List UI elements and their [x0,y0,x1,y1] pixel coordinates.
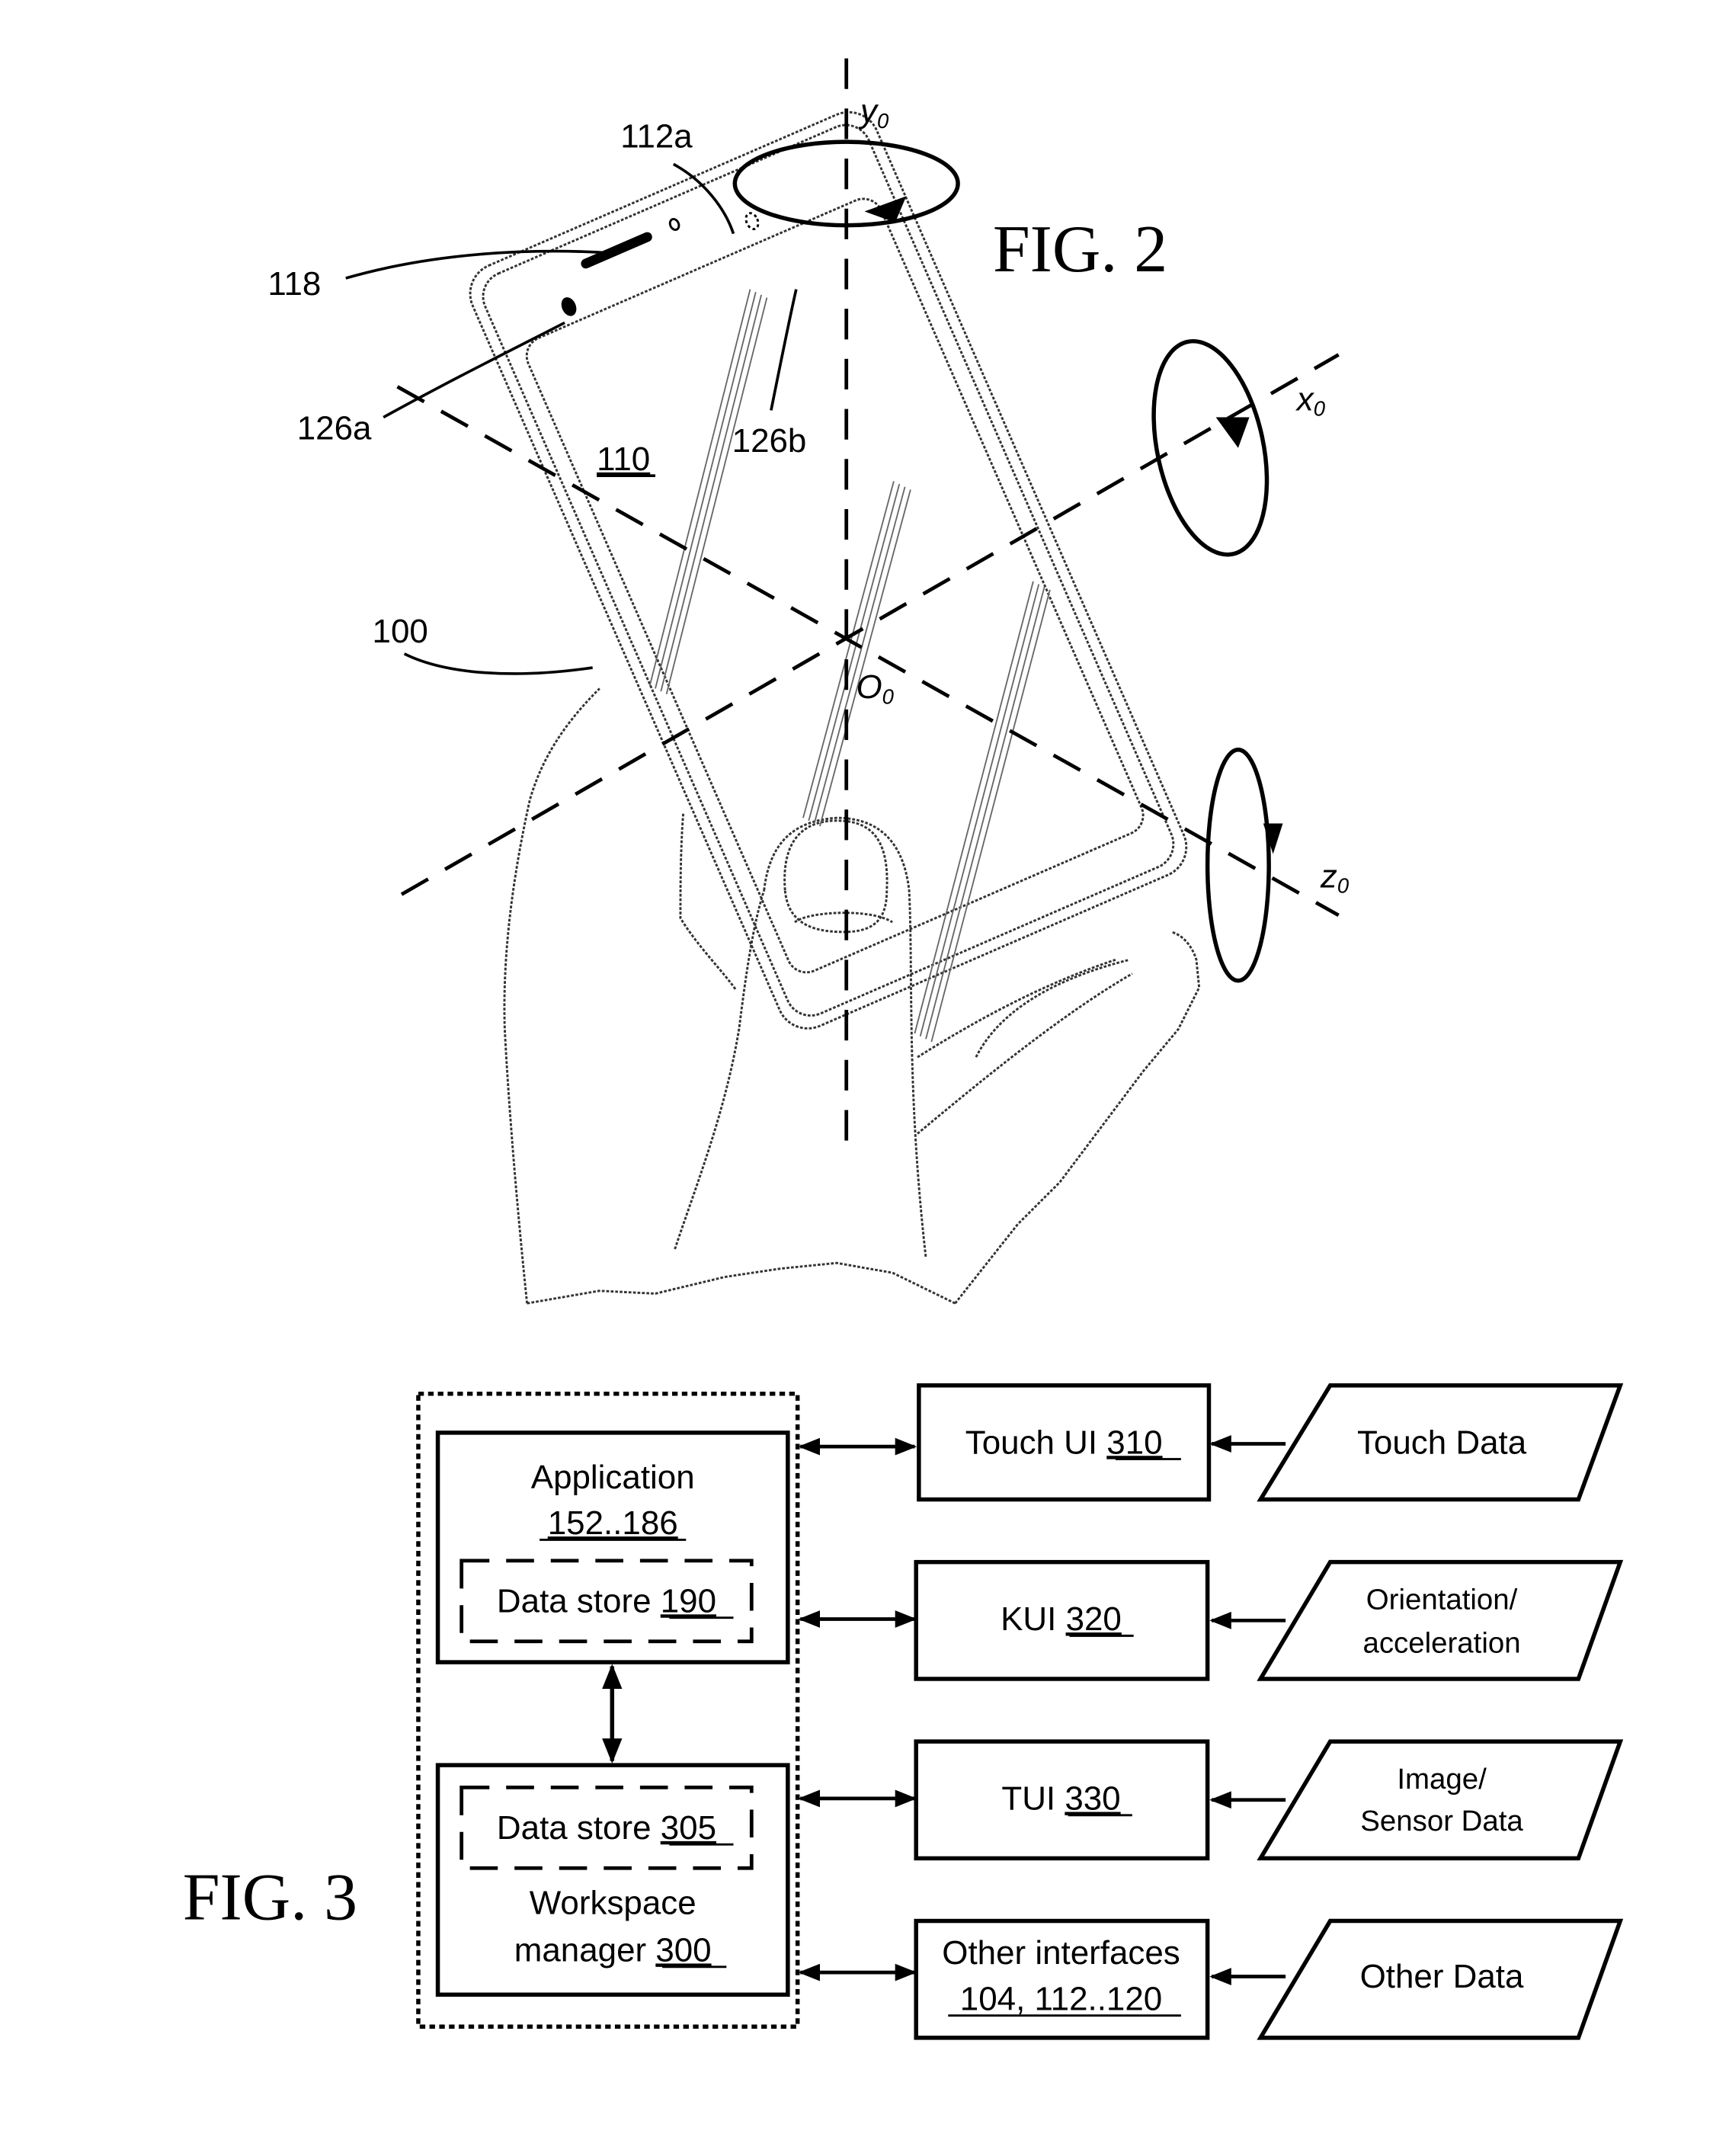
screen-reflection-hatches [648,289,1051,1043]
svg-text:Data store 305: Data store 305 [497,1809,716,1847]
application-block: Application 152..186 Data store 190 [435,1430,790,1664]
svg-text:152..186: 152..186 [548,1504,678,1542]
fig3: FIG. 3 Application 152..186 Data store 1… [183,1383,1624,2040]
y0-label: y0 [858,93,889,133]
svg-text:KUI 320: KUI 320 [1001,1600,1122,1638]
svg-text:Image/: Image/ [1397,1763,1487,1796]
hand-illustration [503,687,1201,1305]
x0-rotation-arrow [1151,338,1270,557]
ref-126b: 126b [732,422,807,460]
svg-text:Workspace: Workspace [530,1884,696,1921]
ref-100: 100 [373,613,428,650]
svg-text:Touch UI 310: Touch UI 310 [965,1424,1163,1461]
ref-112a: 112a [620,118,693,155]
sensor-112a [668,218,680,232]
svg-text:Data store 190: Data store 190 [497,1582,716,1619]
svg-text:Touch Data: Touch Data [1357,1424,1527,1461]
fig2-title: FIG. 2 [993,212,1167,286]
interface-row-tui: TUI 330 Image/ Sensor Data [798,1739,1624,1861]
camera-126a [561,297,577,316]
fig3-title: FIG. 3 [183,1860,357,1934]
z0-label: z0 [1320,858,1350,898]
svg-text:Other Data: Other Data [1360,1958,1524,1995]
origin-label: O0 [856,668,895,708]
svg-text:Other interfaces: Other interfaces [942,1934,1180,1972]
z0-rotation-arrow [1205,748,1283,983]
image-sensor-data-input [1257,1739,1624,1861]
x0-label: x0 [1295,380,1326,420]
svg-text:TUI 330: TUI 330 [1001,1780,1120,1818]
workspace-manager-block: Data store 305 Workspace manager 300 [435,1763,790,1997]
patent-figure-sheet: y0 x0 z0 O0 112a 118 126a 126b 110 100 F… [183,58,1624,2040]
camera-126b [744,212,760,231]
fig2: y0 x0 z0 O0 112a 118 126a 126b 110 100 F… [267,58,1350,1305]
svg-text:acceleration: acceleration [1362,1626,1520,1659]
ref-118: 118 [267,265,321,303]
svg-text:Application: Application [531,1459,695,1496]
interface-row-other: Other interfaces 104, 112..120 Other Dat… [798,1918,1624,2040]
svg-text:104, 112..120: 104, 112..120 [960,1980,1162,2017]
svg-text:Orientation/: Orientation/ [1366,1584,1518,1616]
svg-text:Sensor Data: Sensor Data [1360,1805,1523,1837]
interface-row-kui: KUI 320 Orientation/ acceleration [798,1559,1624,1681]
speaker-118 [581,232,652,269]
z0-axis [396,385,1340,918]
ref-110: 110 [597,440,650,478]
svg-text:manager 300: manager 300 [514,1932,712,1969]
orientation-acceleration-input [1257,1559,1624,1681]
x0-axis [400,353,1340,896]
ref-126a: 126a [297,410,372,447]
interface-row-touch: Touch UI 310 Touch Data [798,1383,1624,1502]
